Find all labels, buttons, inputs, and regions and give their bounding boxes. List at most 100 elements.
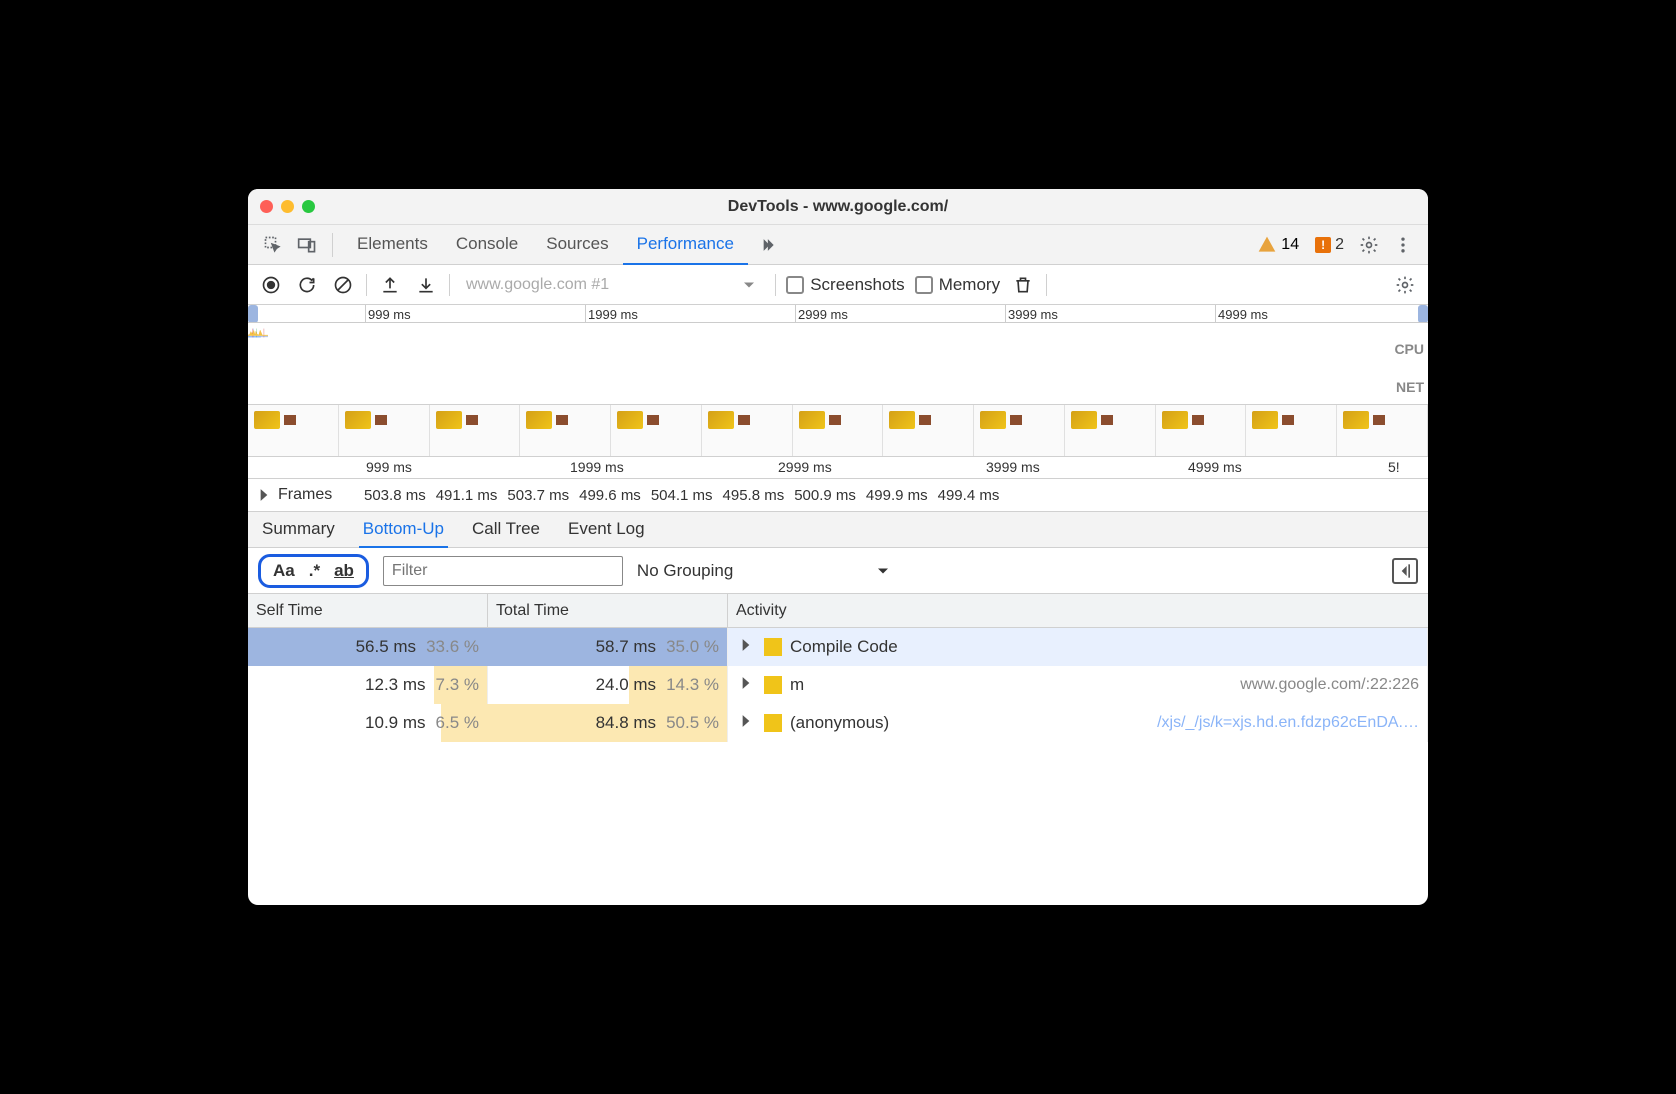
self-time-pct: 33.6 % (426, 637, 479, 657)
self-time-pct: 6.5 % (436, 713, 479, 733)
detail-tab-event-log[interactable]: Event Log (564, 512, 649, 548)
table-row[interactable]: 10.9 ms6.5 %84.8 ms50.5 %(anonymous)/xjs… (248, 704, 1428, 742)
table-row[interactable]: 56.5 ms33.6 %58.7 ms35.0 %Compile Code (248, 628, 1428, 666)
activity-name: (anonymous) (790, 713, 889, 733)
session-selector[interactable]: www.google.com #1 (460, 275, 765, 295)
timeline-overview[interactable]: 999 ms1999 ms2999 ms3999 ms4999 ms CPU N… (248, 305, 1428, 405)
upload-profile-button[interactable] (377, 272, 403, 298)
minimize-window-button[interactable] (281, 200, 294, 213)
tab-console[interactable]: Console (442, 225, 532, 265)
screenshot-filmstrip[interactable] (248, 405, 1428, 457)
col-total-time[interactable]: Total Time (488, 594, 728, 627)
whole-word-button[interactable]: ab (334, 561, 354, 581)
detail-ruler: 999 ms1999 ms2999 ms3999 ms4999 ms5! (248, 457, 1428, 479)
screenshot-thumb[interactable] (702, 405, 793, 456)
screenshot-thumb[interactable] (1246, 405, 1337, 456)
table-row[interactable]: 12.3 ms7.3 %24.0 ms14.3 %mwww.google.com… (248, 666, 1428, 704)
detail-tab-bottom-up[interactable]: Bottom-Up (359, 512, 448, 548)
delete-profile-button[interactable] (1010, 272, 1036, 298)
close-window-button[interactable] (260, 200, 273, 213)
issues-badge[interactable]: ! 2 (1309, 236, 1350, 254)
col-activity[interactable]: Activity (728, 594, 1428, 627)
screenshot-thumb[interactable] (883, 405, 974, 456)
screenshot-thumb[interactable] (793, 405, 884, 456)
overview-tick: 4999 ms (1218, 307, 1268, 322)
screenshot-thumb[interactable] (430, 405, 521, 456)
tab-performance[interactable]: Performance (623, 225, 748, 265)
kebab-menu-icon[interactable] (1388, 230, 1418, 260)
activity-source-link[interactable]: /xjs/_/js/k=xjs.hd.en.fdzp62cEnDA.… (1157, 714, 1419, 732)
capture-settings-gear-icon[interactable] (1392, 272, 1418, 298)
expand-chevron-icon[interactable] (254, 485, 274, 505)
detail-tab-call-tree[interactable]: Call Tree (468, 512, 544, 548)
frames-track[interactable]: Frames 503.8 ms491.1 ms503.7 ms499.6 ms5… (248, 479, 1428, 511)
devtools-window: DevTools - www.google.com/ ElementsConso… (248, 189, 1428, 905)
main-tabbar: ElementsConsoleSourcesPerformance 14 ! 2 (248, 225, 1428, 265)
detail-tick: 4999 ms (1188, 459, 1242, 475)
cpu-overview-graph (248, 323, 388, 385)
activity-source-link[interactable]: www.google.com/:22:226 (1240, 676, 1419, 694)
overview-tick: 999 ms (368, 307, 411, 322)
warnings-count: 14 (1281, 236, 1299, 254)
session-label: www.google.com #1 (466, 276, 609, 294)
screenshot-thumb[interactable] (1065, 405, 1156, 456)
checkbox-icon (915, 276, 933, 294)
frame-time-value: 499.6 ms (579, 487, 641, 504)
screenshot-thumb[interactable] (1156, 405, 1247, 456)
record-button[interactable] (258, 272, 284, 298)
tab-sources[interactable]: Sources (532, 225, 622, 265)
regex-button[interactable]: .* (309, 561, 320, 581)
settings-gear-icon[interactable] (1354, 230, 1384, 260)
match-options-group: Aa .* ab (258, 554, 369, 588)
reload-record-button[interactable] (294, 272, 320, 298)
total-time-value: 58.7 ms (596, 637, 656, 657)
frame-times: 503.8 ms491.1 ms503.7 ms499.6 ms504.1 ms… (364, 487, 999, 504)
screenshot-thumb[interactable] (520, 405, 611, 456)
col-self-time[interactable]: Self Time (248, 594, 488, 627)
frame-time-value: 491.1 ms (436, 487, 498, 504)
net-label: NET (1396, 379, 1424, 395)
screenshot-thumb[interactable] (611, 405, 702, 456)
screenshot-thumb[interactable] (1337, 405, 1428, 456)
expand-chevron-icon[interactable] (736, 635, 756, 660)
screenshot-thumb[interactable] (248, 405, 339, 456)
screenshots-label: Screenshots (810, 275, 905, 295)
more-tabs-chevron-icon[interactable] (752, 230, 782, 260)
table-header: Self Time Total Time Activity (248, 594, 1428, 628)
grouping-selector[interactable]: No Grouping (637, 561, 893, 581)
expand-chevron-icon[interactable] (736, 673, 756, 698)
toggle-sidebar-button[interactable] (1392, 558, 1418, 584)
window-title: DevTools - www.google.com/ (248, 198, 1428, 216)
match-case-button[interactable]: Aa (273, 561, 295, 581)
screenshot-thumb[interactable] (974, 405, 1065, 456)
memory-checkbox[interactable]: Memory (915, 275, 1000, 295)
screenshot-thumb[interactable] (339, 405, 430, 456)
total-time-pct: 50.5 % (666, 713, 719, 733)
track-area: Frames 503.8 ms491.1 ms503.7 ms499.6 ms5… (248, 479, 1428, 512)
frame-time-value: 499.4 ms (938, 487, 1000, 504)
device-toggle-icon[interactable] (292, 230, 322, 260)
issue-icon: ! (1315, 237, 1331, 253)
table-body: 56.5 ms33.6 %58.7 ms35.0 %Compile Code12… (248, 628, 1428, 742)
issues-count: 2 (1335, 236, 1344, 254)
titlebar: DevTools - www.google.com/ (248, 189, 1428, 225)
detail-tabs: Summary Bottom-Up Call Tree Event Log (248, 512, 1428, 548)
expand-chevron-icon[interactable] (736, 711, 756, 736)
frame-time-value: 500.9 ms (794, 487, 856, 504)
overview-tick: 2999 ms (798, 307, 848, 322)
screenshots-checkbox[interactable]: Screenshots (786, 275, 905, 295)
download-profile-button[interactable] (413, 272, 439, 298)
tab-elements[interactable]: Elements (343, 225, 442, 265)
performance-toolbar: www.google.com #1 Screenshots Memory (248, 265, 1428, 305)
detail-tick: 5! (1388, 459, 1400, 475)
warnings-badge[interactable]: 14 (1251, 235, 1305, 255)
cpu-label: CPU (1394, 341, 1424, 357)
detail-tab-summary[interactable]: Summary (258, 512, 339, 548)
filter-input[interactable] (383, 556, 623, 586)
frames-label: Frames (278, 486, 332, 504)
activity-color-box (764, 638, 782, 656)
maximize-window-button[interactable] (302, 200, 315, 213)
clear-button[interactable] (330, 272, 356, 298)
inspect-element-icon[interactable] (258, 230, 288, 260)
frame-time-value: 499.9 ms (866, 487, 928, 504)
